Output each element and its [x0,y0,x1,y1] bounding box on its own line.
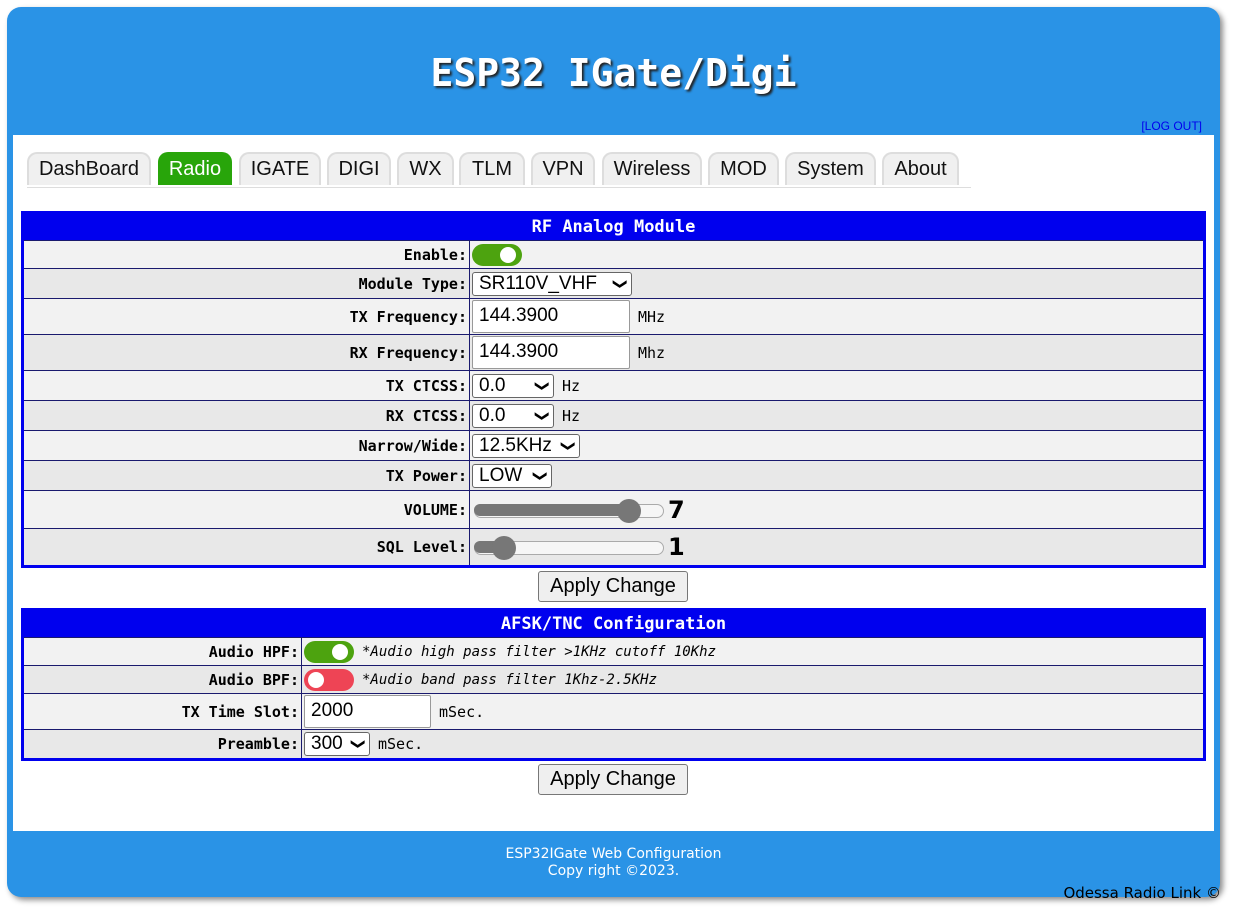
afsk-tnc-table: AFSK/TNC Configuration Audio HPF: *Audio… [21,608,1206,761]
audio-hpf-toggle[interactable] [304,640,354,663]
volume-value: 7 [668,495,685,524]
sql-level-value: 1 [668,533,685,561]
main-content: DashBoard Radio IGATE DIGI WX TLM VPN Wi… [13,135,1214,831]
tab-bar: DashBoard Radio IGATE DIGI WX TLM VPN Wi… [27,143,971,188]
module-type-select[interactable]: SR110V_VHF ❯ [472,271,632,296]
tab-wireless[interactable]: Wireless [602,152,702,185]
rx-ctcss-label: RX CTCSS: [22,400,470,431]
tx-frequency-unit: MHz [638,307,666,326]
chevron-down-icon: ❯ [535,409,552,422]
volume-slider[interactable] [472,497,664,523]
tx-ctcss-select[interactable]: 0.0 ❯ [472,373,554,398]
tab-dashboard[interactable]: DashBoard [27,152,151,185]
credit-text: Odessa Radio Link © [1063,884,1221,902]
volume-label: VOLUME: [22,490,470,529]
tab-about[interactable]: About [882,152,959,185]
page-title: ESP32 IGate/Digi [430,51,797,95]
tx-time-slot-input[interactable]: 2000 [304,695,431,728]
rf-module-title: RF Analog Module [22,212,1205,241]
afsk-tnc-title: AFSK/TNC Configuration [22,609,1205,638]
module-type-label: Module Type: [22,268,470,299]
rx-frequency-input[interactable]: 144.3900 [472,336,630,369]
rf-module-table: RF Analog Module Enable: Module Type: SR… [21,211,1206,568]
audio-hpf-label: Audio HPF: [22,637,302,666]
tx-time-slot-unit: mSec. [439,702,485,721]
tx-time-slot-label: TX Time Slot: [22,693,302,730]
narrow-wide-select[interactable]: 12.5KHz ❯ [472,433,580,458]
chevron-down-icon: ❯ [533,469,550,482]
preamble-unit: mSec. [378,735,424,753]
afsk-apply-change-button[interactable]: Apply Change [538,764,688,795]
rx-frequency-unit: Mhz [638,343,666,362]
tab-tlm[interactable]: TLM [459,152,525,185]
footer-line-1: ESP32IGate Web Configuration [505,846,722,862]
tab-radio[interactable]: Radio [158,152,232,185]
tab-digi[interactable]: DIGI [327,152,391,185]
chevron-down-icon: ❯ [351,738,368,750]
chevron-down-icon: ❯ [561,439,578,452]
tab-vpn[interactable]: VPN [531,152,595,185]
sql-level-slider-thumb[interactable] [492,536,517,560]
rf-apply-change-button[interactable]: Apply Change [538,571,688,602]
narrow-wide-label: Narrow/Wide: [22,430,470,461]
preamble-label: Preamble: [22,729,302,760]
sql-level-slider[interactable] [472,534,664,560]
chevron-down-icon: ❯ [535,379,552,392]
tx-frequency-label: TX Frequency: [22,298,470,335]
page-frame: ESP32 IGate/Digi [LOG OUT] DashBoard Rad… [7,7,1220,897]
footer: ESP32IGate Web Configuration Copy right … [7,846,1220,880]
rx-ctcss-select[interactable]: 0.0 ❯ [472,403,554,428]
enable-toggle[interactable] [472,243,522,266]
tx-frequency-input[interactable]: 144.3900 [472,300,630,333]
audio-bpf-note: *Audio band pass filter 1Khz-2.5KHz [362,671,658,688]
tab-igate[interactable]: IGATE [239,152,321,185]
tx-ctcss-unit: Hz [562,376,581,395]
tx-power-select[interactable]: LOW ❯ [472,463,552,488]
sql-level-label: SQL Level: [22,528,470,567]
tab-system[interactable]: System [785,152,876,185]
volume-slider-thumb[interactable] [616,498,641,523]
enable-label: Enable: [22,240,470,269]
audio-bpf-toggle[interactable] [304,668,354,691]
audio-bpf-label: Audio BPF: [22,665,302,694]
tx-power-label: TX Power: [22,460,470,491]
rx-ctcss-unit: Hz [562,406,581,425]
preamble-select[interactable]: 300 ❯ [304,732,370,756]
rx-frequency-label: RX Frequency: [22,334,470,371]
footer-line-2: Copy right ©2023. [547,863,680,879]
tab-wx[interactable]: WX [397,152,454,185]
tx-ctcss-label: TX CTCSS: [22,370,470,401]
tab-mod[interactable]: MOD [708,152,779,185]
chevron-down-icon: ❯ [613,277,630,290]
audio-hpf-note: *Audio high pass filter >1KHz cutoff 10K… [362,643,717,660]
logout-link[interactable]: [LOG OUT] [1141,119,1202,133]
